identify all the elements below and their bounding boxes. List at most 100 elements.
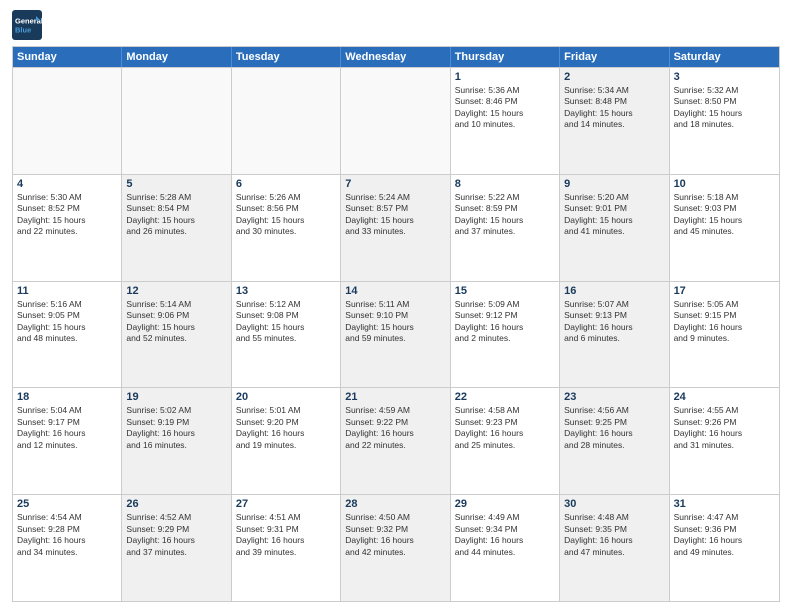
day-cell [122, 68, 231, 174]
week-row-1: 1 Sunrise: 5:36 AM Sunset: 8:46 PM Daylig… [13, 67, 779, 174]
day-cell: 6 Sunrise: 5:26 AM Sunset: 8:56 PM Daylig… [232, 175, 341, 281]
day-cell [13, 68, 122, 174]
logo: General Blue [12, 10, 46, 40]
day-info: Sunrise: 4:54 AM Sunset: 9:28 PM Dayligh… [17, 512, 117, 558]
day-cell: 27Sunrise: 4:51 AM Sunset: 9:31 PM Dayli… [232, 495, 341, 601]
day-number: 11 [17, 285, 117, 297]
day-number: 6 [236, 178, 336, 190]
day-number: 18 [17, 391, 117, 403]
day-number: 14 [345, 285, 445, 297]
day-cell: 25Sunrise: 4:54 AM Sunset: 9:28 PM Dayli… [13, 495, 122, 601]
day-cell: 29Sunrise: 4:49 AM Sunset: 9:34 PM Dayli… [451, 495, 560, 601]
day-info: Sunrise: 4:56 AM Sunset: 9:25 PM Dayligh… [564, 405, 664, 451]
day-info: Sunrise: 5:09 AM Sunset: 9:12 PM Dayligh… [455, 299, 555, 345]
day-number: 26 [126, 498, 226, 510]
day-cell: 10 Sunrise: 5:18 AM Sunset: 9:03 PM Dayli… [670, 175, 779, 281]
day-number: 9 [564, 178, 664, 190]
day-info: Sunrise: 5:30 AM Sunset: 8:52 PM Dayligh… [17, 192, 117, 238]
day-info: Sunrise: 4:49 AM Sunset: 9:34 PM Dayligh… [455, 512, 555, 558]
day-info: Sunrise: 5:11 AM Sunset: 9:10 PM Dayligh… [345, 299, 445, 345]
day-number: 17 [674, 285, 775, 297]
day-number: 13 [236, 285, 336, 297]
day-info: Sunrise: 4:52 AM Sunset: 9:29 PM Dayligh… [126, 512, 226, 558]
day-number: 28 [345, 498, 445, 510]
day-cell: 1 Sunrise: 5:36 AM Sunset: 8:46 PM Daylig… [451, 68, 560, 174]
day-cell: 9 Sunrise: 5:20 AM Sunset: 9:01 PM Daylig… [560, 175, 669, 281]
day-cell: 4 Sunrise: 5:30 AM Sunset: 8:52 PM Daylig… [13, 175, 122, 281]
day-header-wednesday: Wednesday [341, 47, 450, 67]
day-number: 5 [126, 178, 226, 190]
day-cell: 19 Sunrise: 5:02 AM Sunset: 9:19 PM Dayli… [122, 388, 231, 494]
svg-text:Blue: Blue [15, 26, 31, 35]
day-cell: 31 Sunrise: 4:47 AM Sunset: 9:36 PM Dayli… [670, 495, 779, 601]
day-number: 15 [455, 285, 555, 297]
day-number: 31 [674, 498, 775, 510]
day-info: Sunrise: 5:01 AM Sunset: 9:20 PM Dayligh… [236, 405, 336, 451]
day-info: Sunrise: 4:55 AM Sunset: 9:26 PM Dayligh… [674, 405, 775, 451]
day-header-saturday: Saturday [670, 47, 779, 67]
day-number: 27 [236, 498, 336, 510]
day-number: 4 [17, 178, 117, 190]
day-info: Sunrise: 5:18 AM Sunset: 9:03 PM Dayligh… [674, 192, 775, 238]
day-info: Sunrise: 4:48 AM Sunset: 9:35 PM Dayligh… [564, 512, 664, 558]
day-number: 16 [564, 285, 664, 297]
week-row-5: 25Sunrise: 4:54 AM Sunset: 9:28 PM Dayli… [13, 494, 779, 601]
day-cell: 5 Sunrise: 5:28 AM Sunset: 8:54 PM Daylig… [122, 175, 231, 281]
day-header-sunday: Sunday [13, 47, 122, 67]
day-number: 24 [674, 391, 775, 403]
day-number: 12 [126, 285, 226, 297]
day-cell: 2 Sunrise: 5:34 AM Sunset: 8:48 PM Daylig… [560, 68, 669, 174]
day-cell: 8Sunrise: 5:22 AM Sunset: 8:59 PM Daylig… [451, 175, 560, 281]
day-number: 20 [236, 391, 336, 403]
day-info: Sunrise: 5:26 AM Sunset: 8:56 PM Dayligh… [236, 192, 336, 238]
day-info: Sunrise: 5:02 AM Sunset: 9:19 PM Dayligh… [126, 405, 226, 451]
day-info: Sunrise: 4:47 AM Sunset: 9:36 PM Dayligh… [674, 512, 775, 558]
day-cell: 11 Sunrise: 5:16 AM Sunset: 9:05 PM Dayli… [13, 282, 122, 388]
day-number: 3 [674, 71, 775, 83]
day-info: Sunrise: 5:16 AM Sunset: 9:05 PM Dayligh… [17, 299, 117, 345]
day-number: 10 [674, 178, 775, 190]
calendar: SundayMondayTuesdayWednesdayThursdayFrid… [12, 46, 780, 602]
day-cell: 21 Sunrise: 4:59 AM Sunset: 9:22 PM Dayli… [341, 388, 450, 494]
day-number: 30 [564, 498, 664, 510]
day-cell: 16 Sunrise: 5:07 AM Sunset: 9:13 PM Dayli… [560, 282, 669, 388]
day-cell: 13 Sunrise: 5:12 AM Sunset: 9:08 PM Dayli… [232, 282, 341, 388]
day-info: Sunrise: 5:07 AM Sunset: 9:13 PM Dayligh… [564, 299, 664, 345]
day-info: Sunrise: 5:12 AM Sunset: 9:08 PM Dayligh… [236, 299, 336, 345]
day-info: Sunrise: 5:28 AM Sunset: 8:54 PM Dayligh… [126, 192, 226, 238]
day-cell [232, 68, 341, 174]
day-cell [341, 68, 450, 174]
day-info: Sunrise: 5:34 AM Sunset: 8:48 PM Dayligh… [564, 85, 664, 131]
day-number: 7 [345, 178, 445, 190]
day-info: Sunrise: 5:05 AM Sunset: 9:15 PM Dayligh… [674, 299, 775, 345]
day-cell: 22 Sunrise: 4:58 AM Sunset: 9:23 PM Dayli… [451, 388, 560, 494]
day-header-tuesday: Tuesday [232, 47, 341, 67]
day-number: 22 [455, 391, 555, 403]
day-info: Sunrise: 4:59 AM Sunset: 9:22 PM Dayligh… [345, 405, 445, 451]
day-cell: 30 Sunrise: 4:48 AM Sunset: 9:35 PM Dayli… [560, 495, 669, 601]
day-cell: 14 Sunrise: 5:11 AM Sunset: 9:10 PM Dayli… [341, 282, 450, 388]
week-row-3: 11 Sunrise: 5:16 AM Sunset: 9:05 PM Dayli… [13, 281, 779, 388]
page-header: General Blue [12, 10, 780, 40]
day-info: Sunrise: 5:32 AM Sunset: 8:50 PM Dayligh… [674, 85, 775, 131]
day-cell: 26 Sunrise: 4:52 AM Sunset: 9:29 PM Dayli… [122, 495, 231, 601]
day-cell: 17 Sunrise: 5:05 AM Sunset: 9:15 PM Dayli… [670, 282, 779, 388]
svg-text:General: General [15, 17, 42, 26]
day-cell: 15 Sunrise: 5:09 AM Sunset: 9:12 PM Dayli… [451, 282, 560, 388]
week-row-4: 18Sunrise: 5:04 AM Sunset: 9:17 PM Dayli… [13, 387, 779, 494]
day-cell: 28Sunrise: 4:50 AM Sunset: 9:32 PM Dayli… [341, 495, 450, 601]
day-info: Sunrise: 4:58 AM Sunset: 9:23 PM Dayligh… [455, 405, 555, 451]
logo-icon: General Blue [12, 10, 42, 40]
day-info: Sunrise: 5:20 AM Sunset: 9:01 PM Dayligh… [564, 192, 664, 238]
day-cell: 20 Sunrise: 5:01 AM Sunset: 9:20 PM Dayli… [232, 388, 341, 494]
day-info: Sunrise: 5:22 AM Sunset: 8:59 PM Dayligh… [455, 192, 555, 238]
day-info: Sunrise: 5:36 AM Sunset: 8:46 PM Dayligh… [455, 85, 555, 131]
day-number: 21 [345, 391, 445, 403]
day-number: 1 [455, 71, 555, 83]
day-header-monday: Monday [122, 47, 231, 67]
day-number: 2 [564, 71, 664, 83]
day-cell: 7Sunrise: 5:24 AM Sunset: 8:57 PM Daylig… [341, 175, 450, 281]
day-number: 19 [126, 391, 226, 403]
day-header-friday: Friday [560, 47, 669, 67]
day-header-thursday: Thursday [451, 47, 560, 67]
